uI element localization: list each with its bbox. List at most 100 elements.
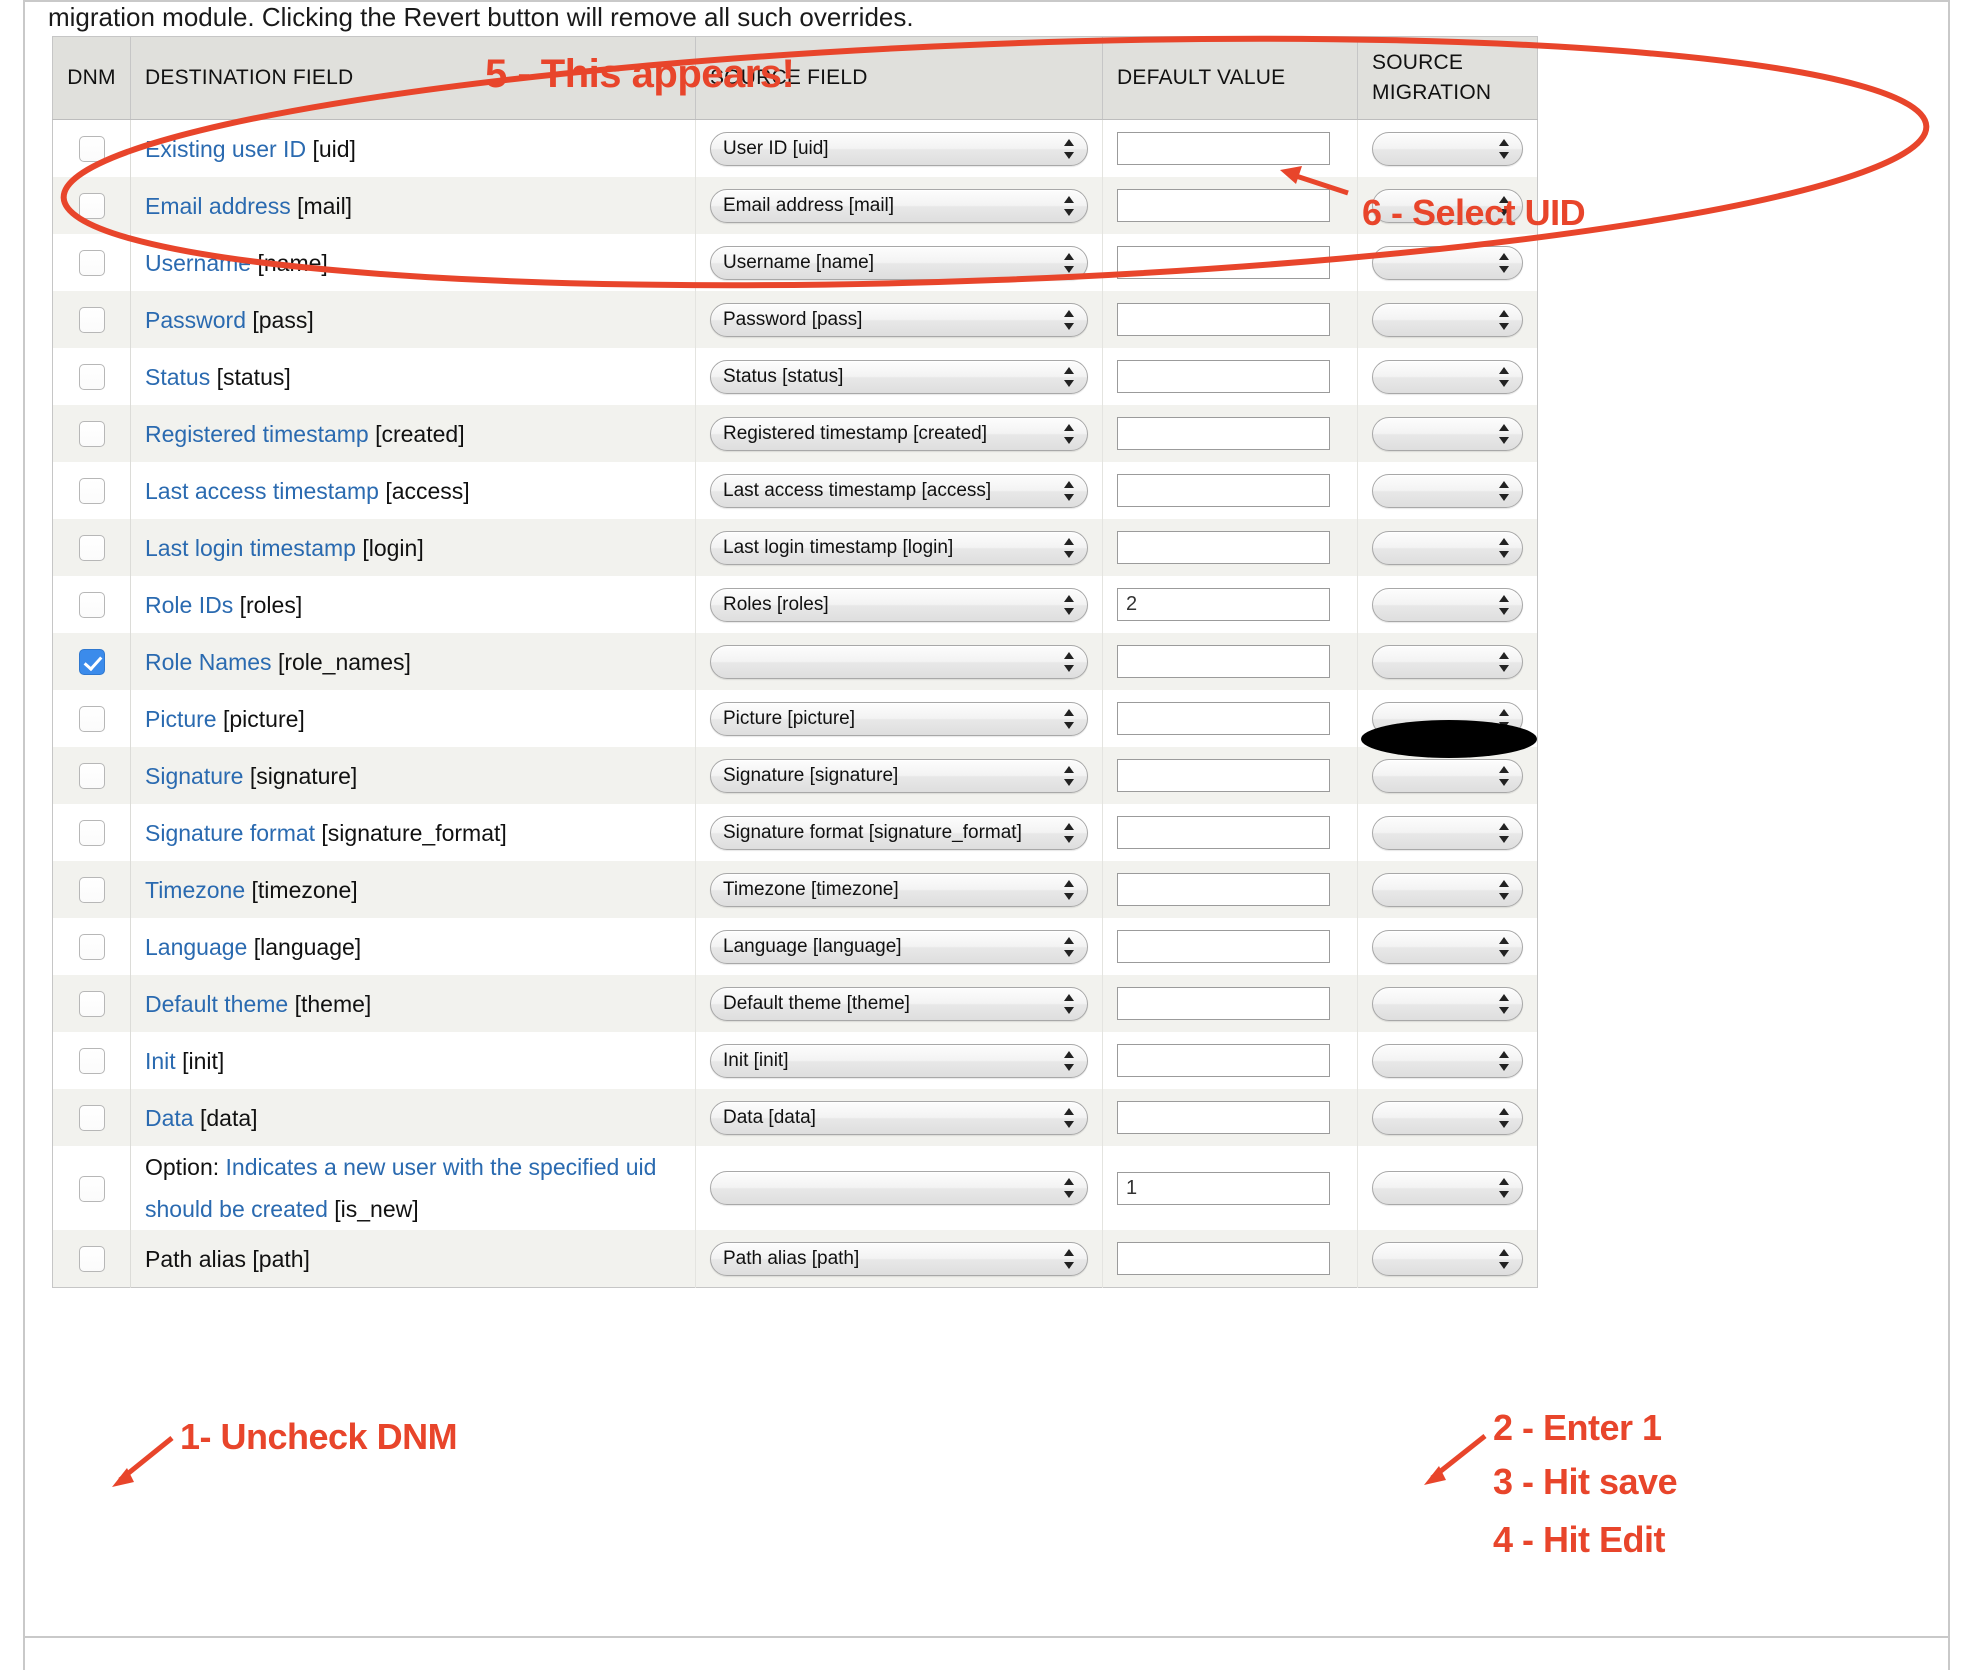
destination-field-label[interactable]: Existing user ID [uid]: [145, 136, 356, 162]
source-migration-select[interactable]: [1372, 986, 1523, 1021]
source-field-select[interactable]: Signature format [signature_format]: [710, 815, 1088, 850]
dnm-checkbox[interactable]: [78, 1246, 105, 1273]
destination-field-label[interactable]: Option: Indicates a new user with the sp…: [145, 1154, 656, 1222]
dnm-checkbox[interactable]: [78, 649, 105, 676]
destination-field-label[interactable]: Last access timestamp [access]: [145, 478, 470, 504]
default-value-input[interactable]: [1117, 645, 1330, 678]
source-migration-select[interactable]: [1372, 644, 1523, 679]
destination-field-label[interactable]: Path alias [path]: [145, 1246, 310, 1272]
destination-field-label[interactable]: Picture [picture]: [145, 706, 305, 732]
source-migration-select[interactable]: [1372, 1171, 1523, 1205]
destination-field-label[interactable]: Status [status]: [145, 364, 291, 390]
dnm-checkbox[interactable]: [78, 1175, 105, 1202]
default-value-input[interactable]: [1117, 1242, 1330, 1275]
destination-field-label[interactable]: Password [pass]: [145, 307, 314, 333]
source-field-select[interactable]: Default theme [theme]: [710, 986, 1088, 1021]
source-migration-select[interactable]: [1372, 815, 1523, 850]
default-value-input[interactable]: [1117, 1101, 1330, 1134]
default-value-input[interactable]: [1117, 132, 1330, 165]
dnm-checkbox[interactable]: [78, 136, 105, 163]
dnm-checkbox[interactable]: [78, 535, 105, 562]
source-field-select[interactable]: Last login timestamp [login]: [710, 530, 1088, 565]
source-field-select[interactable]: Init [init]: [710, 1043, 1088, 1078]
destination-field-label[interactable]: Email address [mail]: [145, 193, 352, 219]
destination-field-label[interactable]: Language [language]: [145, 934, 361, 960]
source-migration-select[interactable]: [1372, 188, 1523, 223]
source-field-select[interactable]: Timezone [timezone]: [710, 872, 1088, 907]
source-migration-select[interactable]: [1372, 929, 1523, 964]
default-value-input[interactable]: [1117, 360, 1330, 393]
source-field-select[interactable]: Registered timestamp [created]: [710, 416, 1088, 451]
source-migration-select[interactable]: [1372, 701, 1523, 736]
default-value-input[interactable]: [1117, 417, 1330, 450]
source-migration-select[interactable]: [1372, 1241, 1523, 1276]
source-migration-select[interactable]: [1372, 245, 1523, 280]
destination-field-label[interactable]: Timezone [timezone]: [145, 877, 358, 903]
destination-field-label[interactable]: Signature [signature]: [145, 763, 357, 789]
dnm-checkbox[interactable]: [78, 592, 105, 619]
dnm-checkbox[interactable]: [78, 193, 105, 220]
default-value-input[interactable]: [1117, 816, 1330, 849]
source-field-select[interactable]: Signature [signature]: [710, 758, 1088, 793]
destination-field-label[interactable]: Init [init]: [145, 1048, 224, 1074]
dnm-checkbox[interactable]: [78, 991, 105, 1018]
source-field-select[interactable]: Data [data]: [710, 1100, 1088, 1135]
destination-field-label[interactable]: Last login timestamp [login]: [145, 535, 424, 561]
source-migration-select[interactable]: [1372, 416, 1523, 451]
dnm-checkbox[interactable]: [78, 421, 105, 448]
default-value-input[interactable]: 2: [1117, 588, 1330, 621]
default-value-input[interactable]: [1117, 1044, 1330, 1077]
source-migration-select[interactable]: [1372, 530, 1523, 565]
destination-field-label[interactable]: Signature format [signature_format]: [145, 820, 507, 846]
destination-field-label[interactable]: Role IDs [roles]: [145, 592, 302, 618]
source-migration-select[interactable]: [1372, 872, 1523, 907]
source-migration-select[interactable]: [1372, 131, 1523, 166]
default-value-input[interactable]: 1: [1117, 1171, 1330, 1205]
source-field-select[interactable]: [710, 1171, 1088, 1205]
dnm-checkbox[interactable]: [78, 307, 105, 334]
source-field-select[interactable]: Username [name]: [710, 245, 1088, 280]
source-migration-select[interactable]: [1372, 359, 1523, 394]
dnm-checkbox[interactable]: [78, 1048, 105, 1075]
dnm-checkbox[interactable]: [78, 706, 105, 733]
source-field-select[interactable]: Email address [mail]: [710, 188, 1088, 223]
default-value-input[interactable]: [1117, 474, 1330, 507]
dnm-checkbox[interactable]: [78, 934, 105, 961]
dnm-checkbox[interactable]: [78, 364, 105, 391]
source-field-select[interactable]: Language [language]: [710, 929, 1088, 964]
dnm-checkbox[interactable]: [78, 478, 105, 505]
dnm-checkbox[interactable]: [78, 877, 105, 904]
destination-field-label[interactable]: Data [data]: [145, 1105, 258, 1131]
default-value-input[interactable]: [1117, 702, 1330, 735]
source-field-select[interactable]: Path alias [path]: [710, 1241, 1088, 1276]
source-field-select[interactable]: User ID [uid]: [710, 131, 1088, 166]
source-migration-select[interactable]: [1372, 302, 1523, 337]
source-field-select[interactable]: Roles [roles]: [710, 587, 1088, 622]
source-migration-select[interactable]: [1372, 1100, 1523, 1135]
source-migration-select[interactable]: [1372, 1043, 1523, 1078]
default-value-input[interactable]: [1117, 759, 1330, 792]
default-value-input[interactable]: [1117, 531, 1330, 564]
default-value-input[interactable]: [1117, 303, 1330, 336]
dnm-checkbox[interactable]: [78, 763, 105, 790]
default-value-input[interactable]: [1117, 873, 1330, 906]
default-value-input[interactable]: [1117, 930, 1330, 963]
source-field-select[interactable]: Last access timestamp [access]: [710, 473, 1088, 508]
source-migration-select[interactable]: [1372, 758, 1523, 793]
source-field-select[interactable]: Password [pass]: [710, 302, 1088, 337]
source-field-select[interactable]: [710, 644, 1088, 679]
default-value-input[interactable]: [1117, 246, 1330, 279]
destination-field-label[interactable]: Default theme [theme]: [145, 991, 371, 1017]
default-value-input[interactable]: [1117, 189, 1330, 222]
source-field-select[interactable]: Picture [picture]: [710, 701, 1088, 736]
default-value-input[interactable]: [1117, 987, 1330, 1020]
dnm-checkbox[interactable]: [78, 250, 105, 277]
destination-field-label[interactable]: Registered timestamp [created]: [145, 421, 465, 447]
source-migration-select[interactable]: [1372, 587, 1523, 622]
destination-field-label[interactable]: Username [name]: [145, 250, 328, 276]
destination-field-label[interactable]: Role Names [role_names]: [145, 649, 411, 675]
dnm-checkbox[interactable]: [78, 820, 105, 847]
source-migration-select[interactable]: [1372, 473, 1523, 508]
dnm-checkbox[interactable]: [78, 1105, 105, 1132]
source-field-select[interactable]: Status [status]: [710, 359, 1088, 394]
